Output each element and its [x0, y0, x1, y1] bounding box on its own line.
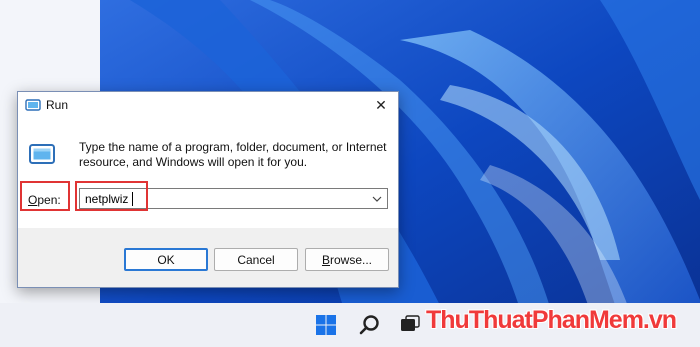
- windows-start-icon[interactable]: [314, 313, 338, 337]
- run-app-icon: [25, 99, 41, 111]
- dialog-title: Run: [46, 98, 69, 112]
- browse-label: rowse...: [330, 252, 373, 267]
- title-bar[interactable]: Run ✕: [18, 92, 398, 120]
- chevron-down-icon[interactable]: [371, 193, 383, 205]
- browse-accesskey: B: [321, 252, 330, 267]
- run-dialog: Run ✕ Type the name of a program, folder…: [17, 91, 399, 288]
- watermark-logo: ThuThuatPhanMem.vn: [426, 306, 677, 334]
- close-button[interactable]: ✕: [364, 92, 398, 118]
- close-icon: ✕: [375, 96, 387, 113]
- search-icon[interactable]: [358, 313, 382, 337]
- task-view-icon[interactable]: [398, 313, 422, 337]
- dialog-description: Type the name of a program, folder, docu…: [79, 140, 387, 169]
- browse-button[interactable]: Browse...: [305, 248, 389, 271]
- run-program-icon: [29, 144, 55, 164]
- ok-button[interactable]: OK: [124, 248, 208, 271]
- dialog-footer: OK Cancel Browse...: [18, 228, 398, 287]
- cancel-button[interactable]: Cancel: [214, 248, 298, 271]
- highlight-box-input: [75, 181, 148, 211]
- highlight-box-open-label: [20, 181, 70, 211]
